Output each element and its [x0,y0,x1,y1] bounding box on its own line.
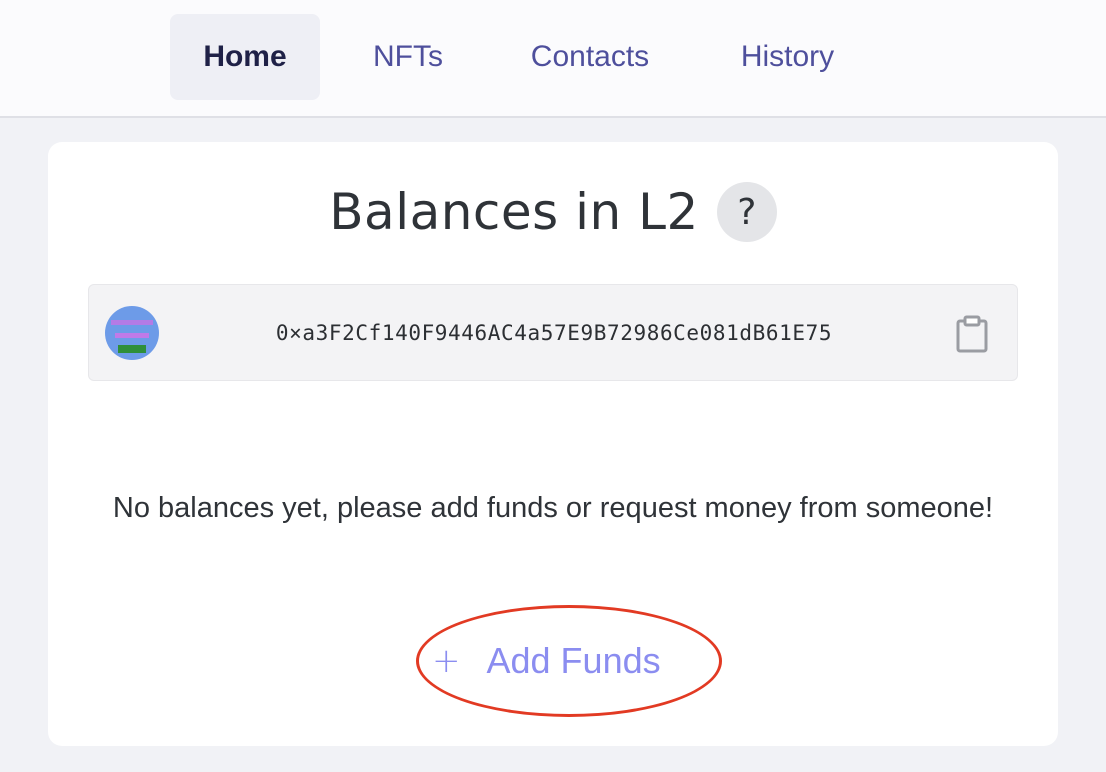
wallet-address: 0×a3F2Cf140F9446AC4a57E9B72986Ce081dB61E… [275,320,833,345]
plus-icon: + [432,641,461,681]
add-funds-button[interactable]: + Add Funds [432,632,682,690]
help-button[interactable]: ? [716,182,777,242]
page-title: Balances in L2 [329,183,699,241]
tab-contacts[interactable]: Contacts [505,14,675,100]
address-box: 0×a3F2Cf140F9446AC4a57E9B72986Ce081dB61E… [88,284,1018,381]
title-row: Balances in L2 ? [48,180,1058,244]
tab-nfts[interactable]: NFTs [352,14,464,100]
clipboard-icon[interactable] [955,315,991,353]
tab-home[interactable]: Home [170,14,320,100]
top-navigation: Home NFTs Contacts History [0,0,1106,118]
empty-balances-message: No balances yet, please add funds or req… [112,492,994,524]
balances-card: Balances in L2 ? 0×a3F2Cf140F9446AC4a57E… [48,142,1058,746]
avatar [105,306,159,360]
tab-history[interactable]: History [715,14,860,100]
add-funds-label: Add Funds [486,640,661,681]
